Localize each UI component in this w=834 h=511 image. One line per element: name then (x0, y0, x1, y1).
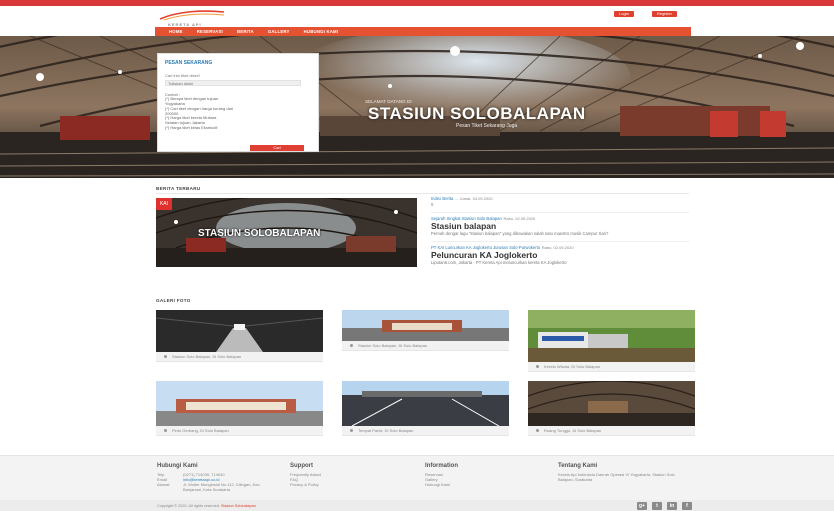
featured-news-title: STASIUN SOLOBALAPAN (198, 228, 321, 239)
booking-question: Cari info tiket disini! (165, 73, 200, 78)
login-button[interactable]: Login (614, 11, 634, 17)
location-pin-icon (536, 429, 539, 432)
news-text: Liputan6.com, Jakarta - PT Kereta Api me… (431, 260, 567, 265)
location-pin-icon (350, 344, 353, 347)
booking-submit-button[interactable]: Cari (250, 145, 304, 151)
gallery-caption: Stasiun Solo Balapan, Di Solo Balapan (172, 354, 242, 359)
footer-link[interactable]: Hubungi Kami (425, 482, 458, 487)
copyright-credit-link[interactable]: Stasiun Solobalapan (221, 504, 256, 508)
gallery-caption: Tempat Parkir, Di Solo Balapan (358, 428, 414, 433)
auth-buttons: Login (614, 11, 634, 17)
news-date: Rabu, 02.09.2020 (541, 245, 574, 250)
footer-heading: Hubungi Kami (157, 463, 198, 469)
footer-heading: Information (425, 463, 458, 469)
news-text: Pernah dengar lagu "stasiun balapan" yan… (431, 231, 609, 236)
gallery-caption-bar: Pintu Gerbang, Di Solo Balapan (156, 426, 323, 436)
site-logo[interactable]: KERETA API (158, 9, 226, 27)
gallery-item[interactable]: Ruang Tunggu, Di Solo Balapan (528, 381, 695, 436)
gallery-item[interactable]: Tempat Parkir, Di Solo Balapan (342, 381, 509, 436)
footer-heading: Tentang Kami (558, 463, 598, 469)
copyright: Copyright © 2020. All rights reserved. S… (157, 504, 256, 508)
gallery-caption-bar: Stasiun Solo Balapan, Di Solo Balapan (342, 341, 509, 351)
news-section-title: BERITA TERBARU (156, 186, 201, 191)
gallery-caption: Stasiun Solo Balapan, Di Solo Balapan (358, 343, 428, 348)
gallery-caption: Kereta Wisata, Di Solo Balapan (544, 364, 601, 369)
news-list: Index Berita ... Jumat, 04.09.2020 0 Sej… (431, 196, 689, 270)
contact-row: Alamat Jl. Wolter Monginsidi No.112, Gili… (157, 482, 282, 492)
logo-swoosh-icon (159, 10, 225, 21)
nav-hubungi-kami[interactable]: HUBUNGI KAMI (304, 29, 339, 34)
news-badge: KAI (156, 198, 172, 210)
featured-news-image[interactable]: KAI STASIUN SOLOBALAPAN (156, 198, 417, 267)
footer-support: Support Frequently Asked FAQ Privacy & P… (290, 463, 321, 487)
gallery-caption-bar: Stasiun Solo Balapan, Di Solo Balapan (156, 352, 323, 362)
register-button[interactable]: Register (652, 11, 677, 17)
contact-value: Jl. Wolter Monginsidi No.112, Gilingan, … (183, 482, 261, 492)
hero-banner: SELAMAT DATANG DI STASIUN SOLOBALAPAN Pe… (0, 36, 834, 178)
news-date: ... Jumat, 04.09.2020 (455, 196, 493, 201)
booking-panel: PESAN SEKARANG Cari info tiket disini! C… (157, 53, 319, 152)
booking-search-input[interactable] (165, 80, 301, 86)
twitter-icon[interactable]: t (652, 502, 662, 510)
linkedin-icon[interactable]: in (667, 502, 677, 510)
example-line: (*) Harga tiket kelas Eksekutif (165, 125, 218, 131)
footer-information: Information Reservasi Gallery Hubungi Ka… (425, 463, 458, 487)
nav-gallery[interactable]: GALLERY (268, 29, 290, 34)
location-pin-icon (164, 429, 167, 432)
social-links: g+ t in f (637, 502, 692, 510)
gallery-item[interactable]: Stasiun Solo Balapan, Di Solo Balapan (342, 310, 509, 351)
footer-heading: Support (290, 463, 313, 469)
divider (156, 193, 689, 194)
gallery-image (156, 310, 323, 352)
footer-about-text: Kereta Api Indonesia Daerah Operasi VI Y… (558, 472, 675, 482)
gallery-item[interactable]: Pintu Gerbang, Di Solo Balapan (156, 381, 323, 436)
gallery-item[interactable]: Stasiun Solo Balapan, Di Solo Balapan (156, 310, 323, 362)
booking-examples: Contoh : (*) Berapa tiket dengan tujuan … (165, 92, 311, 131)
nav-home[interactable]: HOME (169, 29, 183, 34)
news-item: Sejarah Singkat Stasiun Solo Balapan Rab… (431, 216, 689, 236)
hero-caption: Pesan Tiket Sekarang Juga (456, 123, 518, 129)
news-link[interactable]: Index Berita (431, 196, 453, 201)
news-headline[interactable]: Stasiun balapan (431, 222, 689, 231)
facebook-icon[interactable]: f (682, 502, 692, 510)
gallery-caption-bar: Tempat Parkir, Di Solo Balapan (342, 426, 509, 436)
news-headline[interactable]: Peluncuran KA Joglokerto (431, 251, 689, 260)
gallery-image (342, 310, 509, 341)
nav-berita[interactable]: BERITA (237, 29, 254, 34)
gallery-caption-bar: Kereta Wisata, Di Solo Balapan (528, 362, 695, 372)
contact-key: Alamat (157, 482, 170, 487)
auth-buttons-2: Register (652, 11, 677, 17)
top-accent-bar (0, 0, 834, 6)
location-pin-icon (164, 355, 167, 358)
gallery-item[interactable]: Kereta Wisata, Di Solo Balapan (528, 310, 695, 372)
divider (431, 212, 689, 213)
gallery-section-title: GALERI FOTO (156, 298, 191, 303)
nav-reservasi[interactable]: RESERVASI (197, 29, 223, 34)
gallery-caption-bar: Ruang Tunggu, Di Solo Balapan (528, 426, 695, 436)
footer: Hubungi Kami Telp (0271) 714039, 714040 E… (0, 455, 834, 500)
footer-about: Tentang Kami Kereta Api Indonesia Daerah… (558, 463, 688, 482)
divider (431, 241, 689, 242)
news-date: Rabu, 02.09.2020 (503, 216, 536, 221)
news-text: 0 (431, 202, 434, 207)
hero-title: STASIUN SOLOBALAPAN (368, 104, 586, 123)
news-item: PT KAI Luncurkan KA Joglokerto Jurusan S… (431, 245, 689, 265)
gallery-image (156, 381, 323, 426)
footer-link[interactable]: Privacy & Policy (290, 482, 321, 487)
gallery-caption: Ruang Tunggu, Di Solo Balapan (544, 428, 602, 433)
gallery-caption: Pintu Gerbang, Di Solo Balapan (172, 428, 229, 433)
bottom-bar: Copyright © 2020. All rights reserved. S… (0, 500, 834, 511)
footer-contact: Hubungi Kami Telp (0271) 714039, 714040 E… (157, 463, 282, 492)
booking-title: PESAN SEKARANG (165, 60, 213, 66)
gallery-image (528, 381, 695, 426)
location-pin-icon (350, 429, 353, 432)
location-pin-icon (536, 365, 539, 368)
gallery-image (342, 381, 509, 426)
copyright-text: Copyright © 2020. All rights reserved. (157, 504, 220, 508)
google-plus-icon[interactable]: g+ (637, 502, 647, 510)
gallery-image (528, 310, 695, 362)
main-nav: HOME RESERVASI BERITA GALLERY HUBUNGI KA… (155, 27, 691, 36)
news-item: Index Berita ... Jumat, 04.09.2020 0 (431, 196, 689, 207)
